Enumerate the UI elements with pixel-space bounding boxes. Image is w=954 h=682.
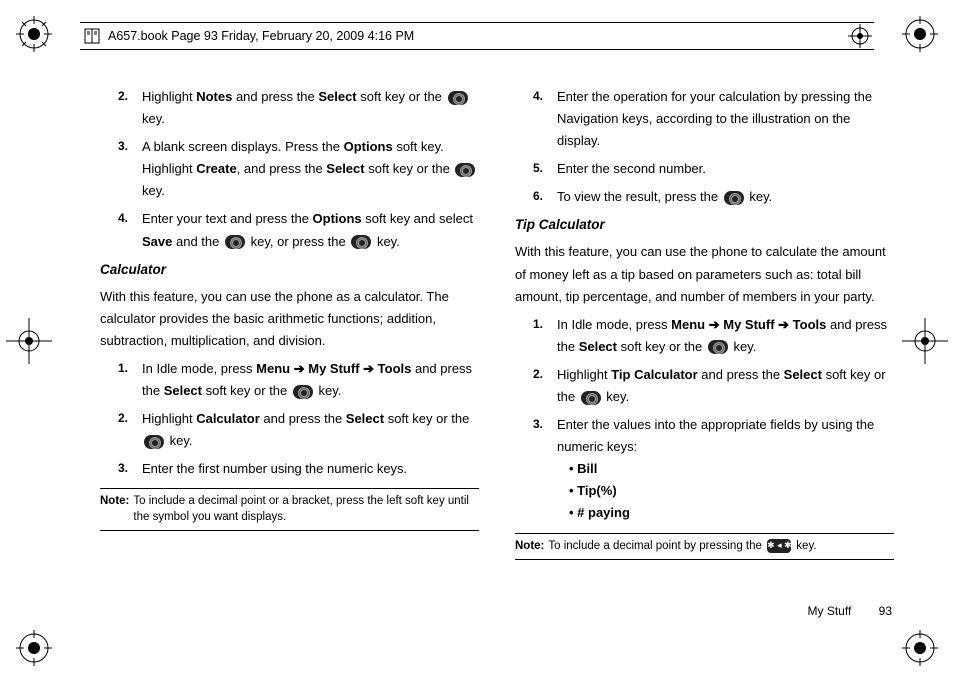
crop-mark-icon [16,16,52,52]
step-number: 2. [533,364,557,408]
step-item: 4. Enter your text and press the Options… [100,208,479,252]
step-item: 4. Enter the operation for your calculat… [515,86,894,152]
step-item: 3. A blank screen displays. Press the Op… [100,136,479,202]
step-body: A blank screen displays. Press the Optio… [142,136,479,202]
step-body: Enter the second number. [557,158,894,180]
target-icon [848,24,872,48]
step-number: 3. [118,458,142,480]
note-block: Note: To include a decimal point by pres… [515,533,894,561]
bullet-list: Bill Tip(%) # paying [557,458,894,524]
note-label: Note: [515,539,544,555]
step-number: 2. [118,408,142,452]
ok-key-icon [293,385,313,399]
step-body: Enter the first number using the numeric… [142,458,479,480]
step-number: 5. [533,158,557,180]
section-heading-calculator: Calculator [100,259,479,282]
note-text: To include a decimal point or a bracket,… [133,494,479,525]
step-item: 1. In Idle mode, press Menu ➔ My Stuff ➔… [100,358,479,402]
step-body: Highlight Tip Calculator and press the S… [557,364,894,408]
ok-key-icon [724,191,744,205]
ok-key-icon [448,91,468,105]
step-number: 3. [118,136,142,202]
ok-key-icon [708,340,728,354]
step-body: Enter the operation for your calculation… [557,86,894,152]
paragraph: With this feature, you can use the phone… [515,241,894,307]
step-item: 3. Enter the values into the appropriate… [515,414,894,524]
list-item: # paying [569,502,894,524]
book-icon [82,26,102,46]
ok-key-icon [455,163,475,177]
note-text: To include a decimal point by pressing t… [548,539,816,555]
step-body: In Idle mode, press Menu ➔ My Stuff ➔ To… [142,358,479,402]
ok-key-icon [225,235,245,249]
section-heading-tip-calculator: Tip Calculator [515,214,894,237]
ok-key-icon [351,235,371,249]
crop-mark-icon [902,630,938,666]
footer-section: My Stuff [808,604,852,618]
step-number: 1. [118,358,142,402]
registration-mark-icon [902,318,948,364]
step-item: 6. To view the result, press the key. [515,186,894,208]
step-item: 2. Highlight Notes and press the Select … [100,86,479,130]
step-item: 1. In Idle mode, press Menu ➔ My Stuff ➔… [515,314,894,358]
step-number: 4. [118,208,142,252]
right-column: 4. Enter the operation for your calculat… [515,86,894,612]
crop-mark-icon [16,630,52,666]
step-body: Enter your text and press the Options so… [142,208,479,252]
crop-mark-icon [902,16,938,52]
step-number: 1. [533,314,557,358]
step-item: 2. Highlight Tip Calculator and press th… [515,364,894,408]
step-number: 6. [533,186,557,208]
page-header: A657.book Page 93 Friday, February 20, 2… [80,22,874,50]
step-number: 2. [118,86,142,130]
page-content: 2. Highlight Notes and press the Select … [100,86,894,612]
registration-mark-icon [6,318,52,364]
paragraph: With this feature, you can use the phone… [100,286,479,352]
step-item: 2. Highlight Calculator and press the Se… [100,408,479,452]
ok-key-icon [144,435,164,449]
page-number: 93 [879,604,892,618]
step-body: Enter the values into the appropriate fi… [557,414,894,524]
step-number: 4. [533,86,557,152]
step-number: 3. [533,414,557,524]
list-item: Tip(%) [569,480,894,502]
step-item: 3. Enter the first number using the nume… [100,458,479,480]
step-body: Highlight Notes and press the Select sof… [142,86,479,130]
ok-key-icon [581,391,601,405]
step-item: 5. Enter the second number. [515,158,894,180]
header-text: A657.book Page 93 Friday, February 20, 2… [108,29,414,43]
list-item: Bill [569,458,894,480]
step-body: In Idle mode, press Menu ➔ My Stuff ➔ To… [557,314,894,358]
left-column: 2. Highlight Notes and press the Select … [100,86,479,612]
star-key-icon: ✱ ◂ ✱ [767,539,791,553]
step-body: Highlight Calculator and press the Selec… [142,408,479,452]
step-body: To view the result, press the key. [557,186,894,208]
page-footer: My Stuff 93 [808,604,893,618]
note-label: Note: [100,494,129,525]
note-block: Note: To include a decimal point or a br… [100,488,479,531]
